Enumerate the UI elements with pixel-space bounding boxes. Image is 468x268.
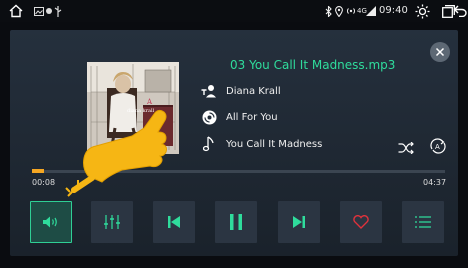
- hotspot-icon: [346, 5, 356, 17]
- shuffle-button[interactable]: [396, 138, 416, 158]
- close-button[interactable]: [430, 42, 450, 62]
- album-art: diana krall A: [87, 62, 179, 154]
- repeat-all-icon: A: [430, 138, 446, 154]
- next-icon: [293, 216, 305, 228]
- bluetooth-icon: [324, 5, 332, 17]
- progress-fill[interactable]: [32, 169, 44, 173]
- favorite-button[interactable]: [340, 201, 382, 243]
- previous-icon: [168, 216, 180, 228]
- back-icon[interactable]: [452, 3, 468, 19]
- settings-dot-icon: [45, 6, 53, 16]
- album-icon: [200, 108, 218, 126]
- pause-icon: [230, 214, 242, 230]
- next-button[interactable]: [278, 201, 320, 243]
- album-art-text: diana krall: [127, 108, 155, 114]
- clock: 09:40: [379, 5, 408, 16]
- progress-track[interactable]: [32, 170, 445, 173]
- volume-button[interactable]: [30, 201, 72, 243]
- music-note-icon: [200, 135, 218, 153]
- equalizer-button[interactable]: [91, 201, 133, 243]
- status-bar: 4G 09:40: [0, 0, 468, 22]
- heart-icon: [353, 215, 369, 229]
- brightness-icon[interactable]: [414, 3, 430, 19]
- shuffle-icon: [398, 142, 414, 154]
- playlist-button[interactable]: [402, 201, 444, 243]
- list-icon: [415, 216, 431, 228]
- repeat-button[interactable]: A: [428, 136, 448, 156]
- total-duration: 04:37: [423, 178, 447, 187]
- album-name: All For You: [226, 111, 278, 123]
- usb-icon: [54, 5, 62, 17]
- artist-row: Diana Krall: [200, 82, 281, 100]
- home-icon[interactable]: [8, 3, 24, 19]
- svg-text:A: A: [435, 143, 440, 151]
- track-title: 03 You Call It Madness.mp3: [230, 58, 396, 72]
- gallery-icon: [34, 6, 44, 16]
- play-pause-button[interactable]: [215, 201, 257, 243]
- close-icon: [435, 47, 445, 57]
- location-icon: [334, 5, 343, 17]
- artist-name: Diana Krall: [226, 85, 281, 97]
- song-row: You Call It Madness: [200, 135, 322, 153]
- svg-text:A: A: [146, 98, 153, 106]
- previous-button[interactable]: [153, 201, 195, 243]
- signal-icon: [366, 6, 376, 16]
- song-name: You Call It Madness: [226, 138, 323, 150]
- volume-icon: [43, 216, 57, 228]
- album-row: All For You: [200, 108, 278, 126]
- equalizer-icon: [104, 215, 120, 229]
- elapsed-time: 00:08: [32, 178, 56, 187]
- artist-icon: [200, 82, 218, 100]
